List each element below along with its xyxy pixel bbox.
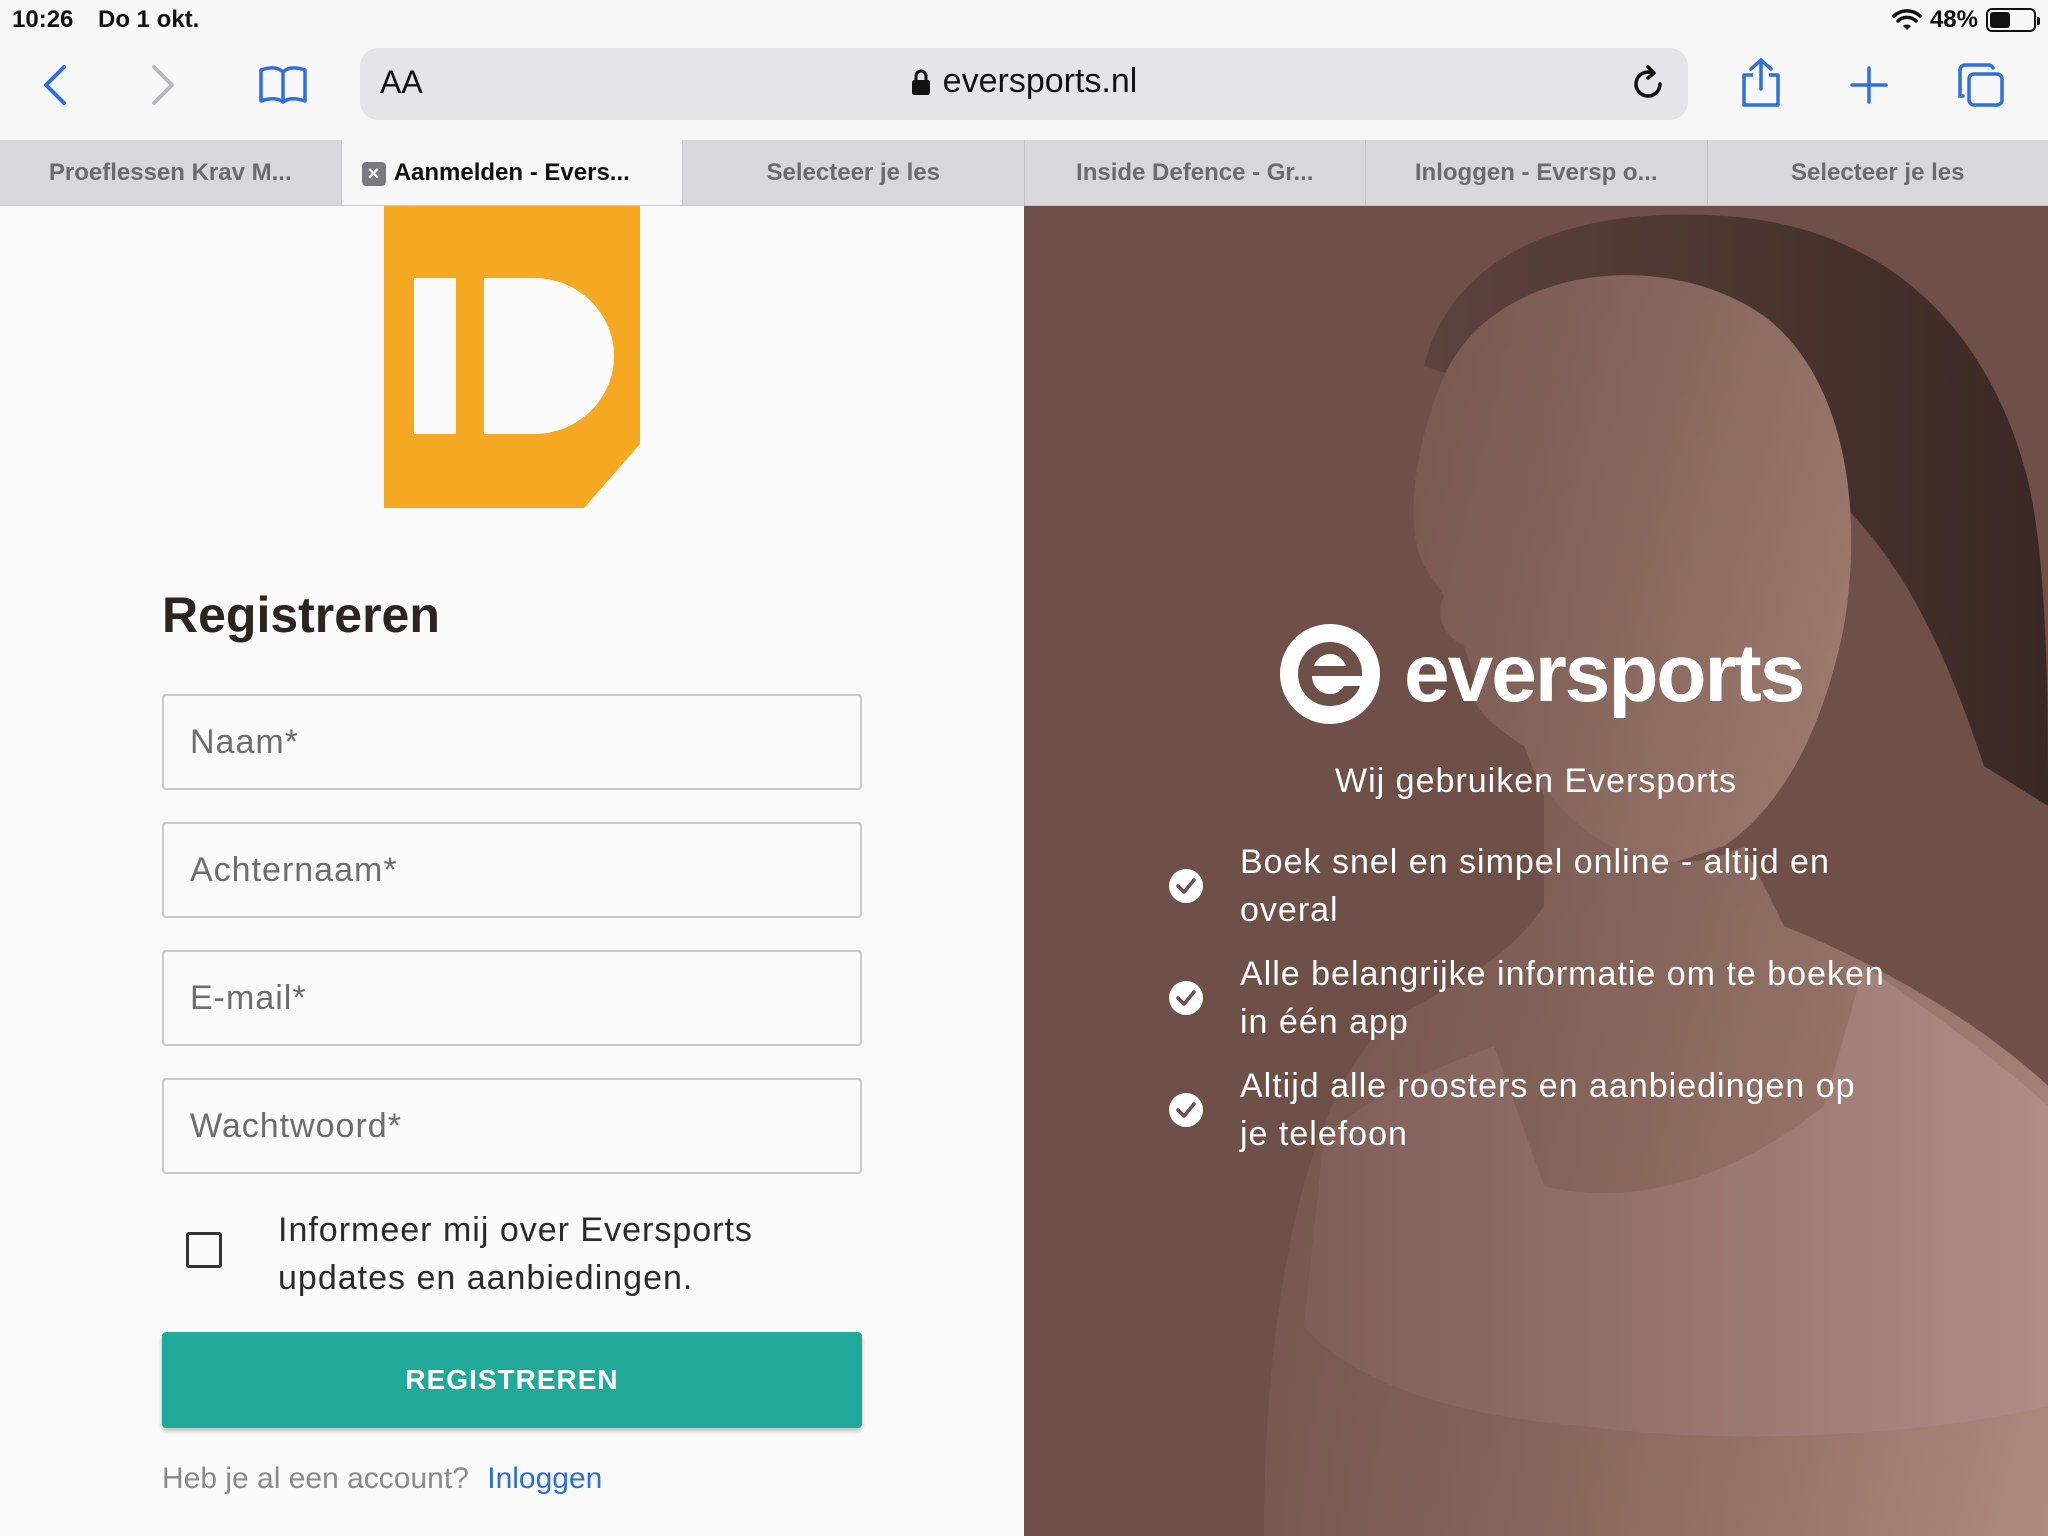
email-field[interactable] [162,950,862,1046]
name-input[interactable] [164,696,860,788]
tab-label: Selecteer je les [766,158,940,186]
tab-label: Aanmelden - Evers... [393,158,630,186]
tab-inloggen[interactable]: Inloggen - Eversp o... [1365,140,1707,205]
share-icon [1742,58,1780,107]
promo-panel: eversports Wij gebruiken Eversports Boek… [1024,206,2048,1536]
page-title: Registreren [162,587,440,643]
tab-label: Selecteer je les [1791,158,1965,186]
url-display[interactable]: eversports.nl [360,62,1688,101]
tab-bar: Proeflessen Krav M... × Aanmelden - Ever… [0,140,2048,206]
benefit-text: Alle belangrijke informatie om te boeken… [1240,955,1885,1041]
tab-label: Inside Defence - Gr... [1076,158,1314,186]
tab-label: Proeflessen Krav M... [48,158,292,186]
check-circle-icon [1169,1093,1203,1127]
lock-icon [911,69,930,95]
lastname-field[interactable] [162,822,862,918]
eversports-logo: eversports [1278,622,1805,726]
benefit-item: Boek snel en simpel online - altijd en o… [1168,838,1888,934]
reload-icon[interactable] [1626,62,1670,106]
back-button[interactable] [20,50,90,120]
newsletter-label: Informeer mij over Eversports updates en… [278,1211,753,1297]
close-tab-icon[interactable]: × [361,162,386,186]
chevron-left-icon [44,65,66,105]
password-input[interactable] [164,1080,860,1172]
share-button[interactable] [1726,48,1796,118]
status-date: Do 1 okt. [98,6,200,33]
battery-icon [1986,8,2040,32]
plus-icon [1850,66,1888,104]
tab-selecteer-1[interactable]: Selecteer je les [682,140,1024,205]
browser-toolbar: AA eversports.nl [0,40,2048,140]
lastname-input[interactable] [164,824,860,916]
tab-inside-defence[interactable]: Inside Defence - Gr... [1023,140,1366,205]
status-time: 10:26 [12,6,74,33]
inside-defence-logo [384,206,640,508]
tab-selecteer-2[interactable]: Selecteer je les [1706,140,2048,205]
forward-button[interactable] [128,50,198,120]
tab-label: Inloggen - Eversp o... [1414,158,1658,186]
address-bar[interactable]: AA eversports.nl [360,48,1688,120]
url-text: eversports.nl [942,62,1138,100]
bookmarks-button[interactable] [248,50,318,120]
status-bar: 10:26 Do 1 okt. 48% [0,0,2048,40]
eversports-icon [1280,624,1380,724]
registration-panel: Registreren Informeer mij over Eversport… [0,206,1024,1536]
login-prompt-row: Heb je al een account? Inloggen [162,1462,602,1496]
newsletter-checkbox[interactable] [186,1232,222,1268]
tab-proeflessen[interactable]: Proeflessen Krav M... [0,140,341,205]
password-field[interactable] [162,1078,862,1174]
check-circle-icon [1169,981,1203,1015]
register-button[interactable]: REGISTREREN [162,1332,862,1428]
chevron-right-icon [152,65,174,105]
benefit-item: Altijd alle roosters en aanbiedingen op … [1168,1062,1888,1158]
tabs-overview-button[interactable] [1946,50,2016,120]
benefit-text: Boek snel en simpel online - altijd en o… [1240,843,1830,929]
new-tab-button[interactable] [1834,50,1904,120]
book-icon [259,66,307,104]
login-prompt: Heb je al een account? [162,1462,469,1495]
check-circle-icon [1169,869,1203,903]
tabs-icon [1958,63,2004,107]
email-input[interactable] [164,952,860,1044]
login-link[interactable]: Inloggen [487,1462,602,1495]
name-field[interactable] [162,694,862,790]
status-right: 48% [1892,6,2040,34]
promo-subtitle: Wij gebruiken Eversports [1335,762,1737,800]
benefit-item: Alle belangrijke informatie om te boeken… [1168,950,1888,1046]
wifi-icon [1892,9,1922,30]
tab-aanmelden[interactable]: × Aanmelden - Evers... [340,140,682,205]
battery-percent: 48% [1929,6,1978,33]
battery-fill [1990,12,2011,28]
benefit-text: Altijd alle roosters en aanbiedingen op … [1240,1067,1856,1153]
eversports-wordmark: eversports [1404,628,1805,719]
